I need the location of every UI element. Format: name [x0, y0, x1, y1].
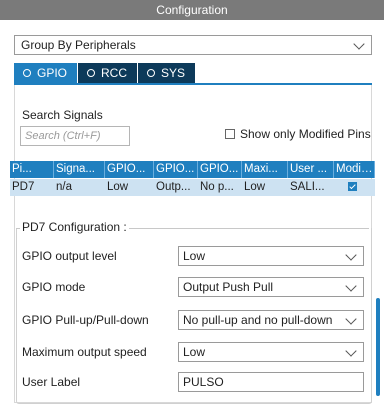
gpio-output-level-value: Low [183, 249, 206, 263]
group-border [124, 228, 369, 229]
user-label-label: User Label [22, 375, 81, 389]
tab-label: SYS [161, 66, 186, 80]
user-label-input[interactable]: PULSO [178, 372, 364, 392]
checkbox[interactable] [225, 129, 235, 139]
gear-icon [22, 68, 32, 78]
tab-gpio[interactable]: GPIO [14, 63, 78, 83]
pin-table: Pi... Signa... GPIO... GPIO... GPIO... M… [10, 161, 375, 196]
column-header-user-label[interactable]: User ... [288, 161, 334, 178]
chevron-down-icon [345, 345, 357, 357]
pd7-configuration-title: PD7 Configuration : [20, 220, 129, 234]
cell-gpio-output-level: Low [107, 181, 129, 193]
tab-label: GPIO [37, 66, 68, 80]
column-header-gpio-output-level[interactable]: GPIO... [105, 161, 154, 178]
gpio-output-level-label: GPIO output level [22, 249, 117, 263]
gpio-mode-value: Output Push Pull [183, 280, 274, 294]
gear-icon [146, 68, 156, 78]
search-signals-label: Search Signals [22, 108, 103, 122]
cell-gpio-mode: Outp... [156, 181, 191, 193]
table-row[interactable]: PD7 n/a Low Outp... No p... Low SALI... [10, 179, 375, 196]
chevron-down-icon [345, 249, 357, 261]
column-header-signal[interactable]: Signa... [54, 161, 105, 178]
group-by-value: Group By Peripherals [21, 38, 136, 52]
cell-modified [334, 179, 375, 196]
search-input[interactable] [20, 126, 130, 146]
column-header-max-speed[interactable]: Maxi... [242, 161, 288, 178]
gear-icon [86, 68, 96, 78]
gpio-pull-label: GPIO Pull-up/Pull-down [22, 313, 149, 327]
table-header: Pi... Signa... GPIO... GPIO... GPIO... M… [10, 161, 375, 178]
max-output-speed-label: Maximum output speed [22, 345, 147, 359]
column-header-gpio-mode[interactable]: GPIO... [154, 161, 198, 178]
tab-rcc[interactable]: RCC [78, 63, 138, 83]
max-output-speed-select[interactable]: Low [178, 342, 364, 362]
gpio-pull-value: No pull-up and no pull-down [183, 313, 333, 327]
max-output-speed-value: Low [183, 345, 206, 359]
tab-sys[interactable]: SYS [138, 63, 196, 83]
gpio-mode-label: GPIO mode [22, 280, 86, 294]
column-header-modified[interactable]: Modifi... [334, 161, 375, 178]
chevron-down-icon [353, 38, 365, 50]
user-label-value: PULSO [183, 375, 224, 389]
show-modified-pins-toggle[interactable]: Show only Modified Pins [225, 127, 371, 141]
gpio-output-level-select[interactable]: Low [178, 246, 364, 266]
gpio-pull-select[interactable]: No pull-up and no pull-down [178, 310, 364, 330]
chevron-down-icon [345, 280, 357, 292]
column-header-gpio-pull[interactable]: GPIO... [198, 161, 242, 178]
window-title: Configuration [0, 0, 384, 20]
show-modified-pins-label: Show only Modified Pins [240, 127, 371, 141]
scrollbar-thumb[interactable] [376, 298, 380, 396]
cell-max-speed: Low [244, 181, 266, 193]
cell-gpio-pull: No p... [200, 181, 234, 193]
cell-pin: PD7 [12, 181, 35, 193]
cell-user-label: SALI... [290, 181, 325, 193]
checkmark-icon [348, 182, 357, 192]
chevron-down-icon [345, 313, 357, 325]
gpio-mode-select[interactable]: Output Push Pull [178, 277, 364, 297]
tab-bar: GPIO RCC SYS [14, 63, 196, 83]
cell-signal: n/a [56, 181, 72, 193]
group-by-select[interactable]: Group By Peripherals [14, 35, 372, 55]
column-header-pin[interactable]: Pi... [10, 161, 54, 178]
tab-label: RCC [101, 66, 128, 80]
